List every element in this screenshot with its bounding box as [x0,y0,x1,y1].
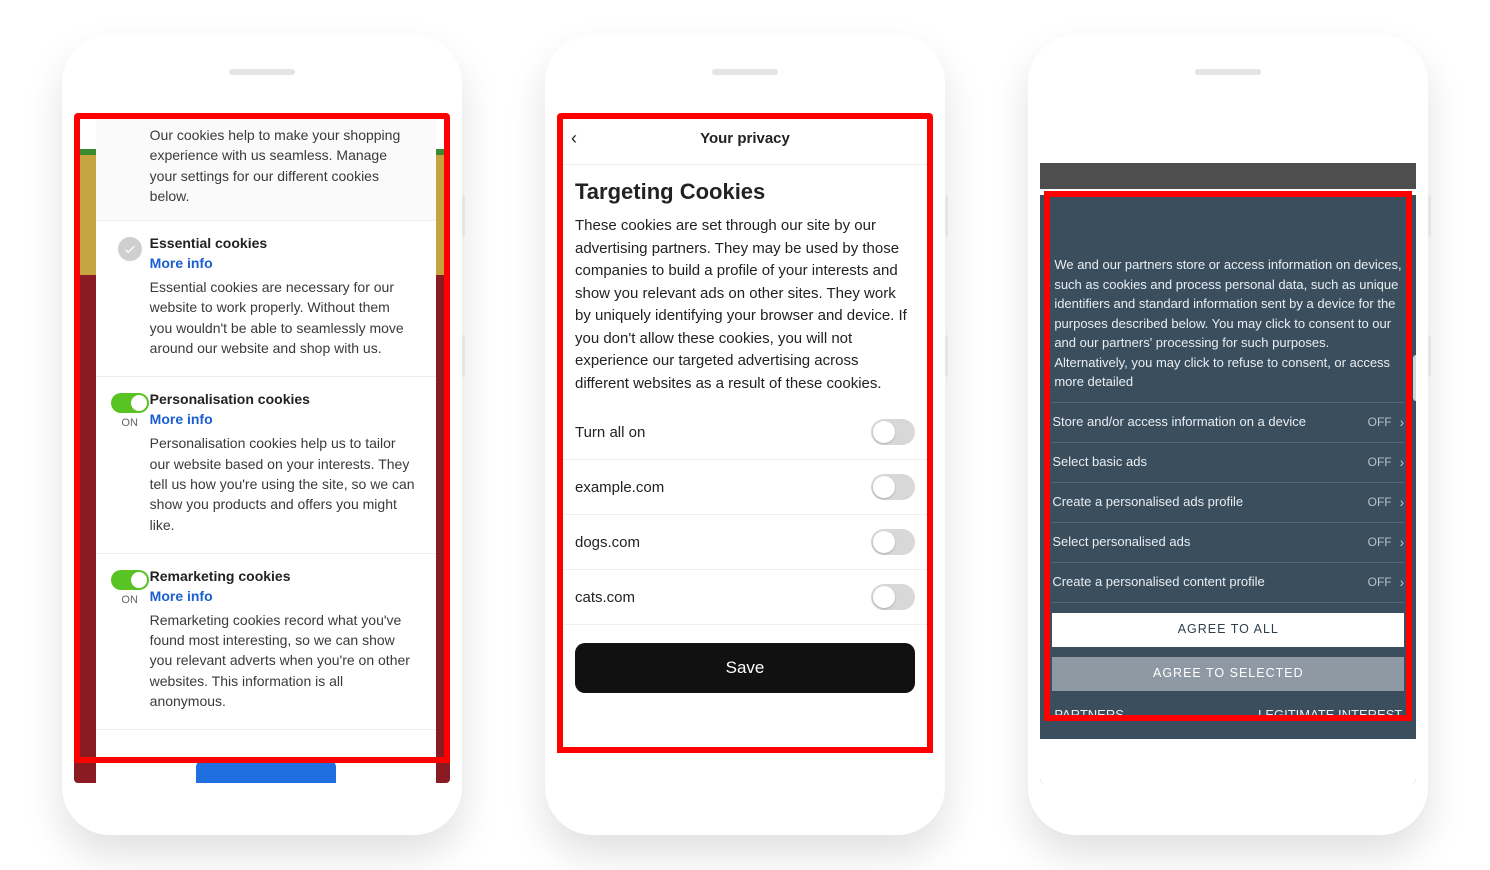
toggle-switch[interactable] [871,584,915,610]
purpose-row[interactable]: Select personalised ads OFF › [1052,523,1404,563]
save-button[interactable] [196,761,336,783]
consent-panel: We and our partners store or access info… [1040,195,1416,783]
section-desc: Essential cookies are necessary for our … [150,277,416,358]
phone-side-button [945,335,948,377]
cookie-section-remarketing: ON Remarketing cookies More info Remarke… [96,554,436,730]
screen-3: We and our partners store or access info… [1040,113,1416,783]
toggle-on[interactable] [111,570,149,590]
row-state: OFF [1368,533,1392,551]
purpose-row[interactable]: Store and/or access information on a dev… [1052,403,1404,443]
phone-side-button [945,195,948,237]
chevron-right-icon: › [1400,452,1405,473]
section-desc: Remarketing cookies record what you've f… [150,610,416,711]
chevron-right-icon: › [1400,492,1405,513]
screen-2: ‹ Your privacy Targeting Cookies These c… [557,113,933,783]
more-info-link[interactable]: More info [150,255,416,271]
partners-link[interactable]: PARTNERS [1054,705,1124,725]
phone-side-button [1428,195,1431,237]
intro-text: We and our partners store or access info… [1052,255,1404,402]
cookie-section-essential: Essential cookies More info Essential co… [96,221,436,377]
phone-mockup-1: Our cookies help to make your shopping e… [62,35,462,835]
header-title: Your privacy [700,130,790,147]
row-state: OFF [1368,453,1392,471]
chevron-right-icon: › [1400,572,1405,593]
purpose-list: Store and/or access information on a dev… [1052,402,1404,603]
modal-header: ‹ Your privacy [557,113,933,165]
agree-all-button[interactable]: AGREE TO ALL [1052,613,1404,647]
more-info-link[interactable]: More info [150,588,416,604]
toggle-on[interactable] [111,393,149,413]
chevron-right-icon: › [1400,532,1405,553]
section-title: Essential cookies [150,235,416,251]
toggle-switch[interactable] [871,529,915,555]
phone-mockup-2: ‹ Your privacy Targeting Cookies These c… [545,35,945,835]
section-desc: Personalisation cookies help us to tailo… [150,433,416,534]
page-heading: Targeting Cookies [575,179,915,205]
chevron-right-icon: › [1400,412,1405,433]
more-info-link[interactable]: More info [150,411,416,427]
purpose-row[interactable]: Select basic ads OFF › [1052,443,1404,483]
phone-speaker [229,69,295,75]
phone-mockup-3: We and our partners store or access info… [1028,35,1428,835]
phone-side-button [462,335,465,377]
row-state: OFF [1368,573,1392,591]
scrollbar-thumb[interactable] [1413,355,1416,401]
section-title: Personalisation cookies [150,391,416,407]
row-label: Select personalised ads [1052,532,1367,552]
screen-1: Our cookies help to make your shopping e… [74,113,450,783]
check-icon [118,237,142,261]
phone-speaker [712,69,778,75]
toggle-switch[interactable] [871,474,915,500]
page-desc: These cookies are set through our site b… [575,215,915,395]
row-label: Store and/or access information on a dev… [1052,412,1367,432]
cookie-section-personalisation: ON Personalisation cookies More info Per… [96,377,436,553]
save-button[interactable]: Save [575,643,915,693]
toggle-row: dogs.com [557,515,933,570]
section-title: Remarketing cookies [150,568,416,584]
row-label: Select basic ads [1052,452,1367,472]
toggle-switch[interactable] [871,419,915,445]
cookie-settings-panel: Our cookies help to make your shopping e… [96,113,436,783]
legitimate-interest-link[interactable]: LEGITIMATE INTEREST [1258,705,1402,725]
row-label: Turn all on [575,424,645,441]
purpose-row[interactable]: Create a personalised ads profile OFF › [1052,483,1404,523]
toggle-state-label: ON [110,594,150,606]
toggle-row: cats.com [557,570,933,625]
row-state: OFF [1368,413,1392,431]
row-label: cats.com [575,589,635,606]
agree-selected-button[interactable]: AGREE TO SELECTED [1052,657,1404,691]
toggle-row: example.com [557,460,933,515]
row-label: dogs.com [575,534,640,551]
page-banner [1040,163,1416,189]
toggle-state-label: ON [110,417,150,429]
phone-side-button [1428,335,1431,377]
row-label: Create a personalised ads profile [1052,492,1367,512]
row-state: OFF [1368,493,1392,511]
row-label: example.com [575,479,664,496]
purpose-row[interactable]: Create a personalised content profile OF… [1052,563,1404,603]
row-label: Create a personalised content profile [1052,572,1367,592]
phone-speaker [1195,69,1261,75]
intro-text: Our cookies help to make your shopping e… [96,113,436,221]
toggle-row-all: Turn all on [557,405,933,460]
phone-side-button [462,195,465,237]
back-icon[interactable]: ‹ [571,128,577,149]
